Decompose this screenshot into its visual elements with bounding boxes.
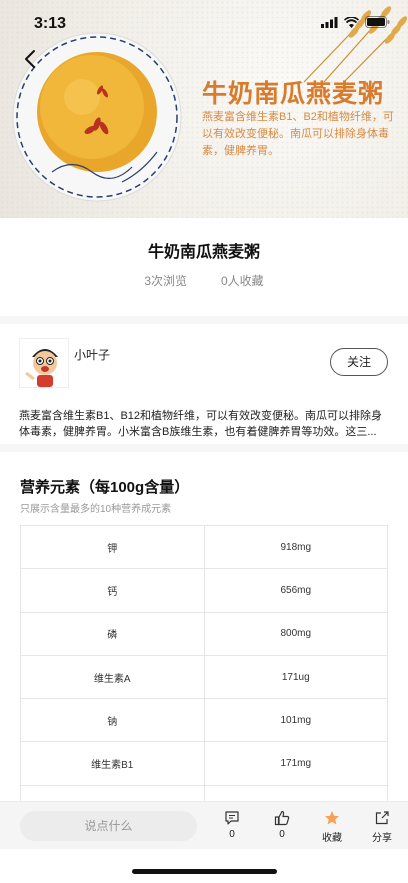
comment-icon	[225, 811, 239, 825]
thumbs-up-icon	[274, 810, 290, 826]
hero-title: 牛奶南瓜燕麦粥	[202, 80, 385, 108]
table-row: 钙 656mg	[20, 568, 388, 613]
nutrient-value: 171mg	[203, 741, 388, 786]
back-arrow-icon[interactable]	[18, 46, 44, 72]
comment-count: 0	[229, 829, 235, 840]
section-divider	[0, 316, 408, 324]
table-row: 磷 800mg	[20, 611, 388, 656]
table-row	[20, 784, 388, 802]
nutrient-name: 钙	[20, 568, 205, 613]
view-count: 3次浏览	[144, 274, 187, 288]
author-name[interactable]: 小叶子	[74, 346, 110, 363]
like-count: 0	[279, 829, 285, 840]
status-time: 3:13	[34, 15, 67, 32]
avatar-cartoon-icon	[20, 339, 68, 387]
recipe-header: 牛奶南瓜燕麦粥 3次浏览 0人收藏	[0, 218, 408, 316]
status-icons	[321, 16, 390, 28]
comment-button[interactable]: 0	[215, 810, 249, 840]
nutrient-value: 918mg	[203, 524, 388, 570]
nutrient-value: 800mg	[203, 611, 388, 656]
author-avatar[interactable]	[19, 338, 69, 388]
wifi-icon	[344, 16, 359, 28]
recipe-description: 燕麦富含维生素B1、B12和植物纤维，可以有效改变便秘。南瓜可以排除身体毒素，健…	[19, 410, 383, 438]
star-icon	[325, 811, 339, 825]
nutrition-table: 钾 918mg 钙 656mg 磷 800mg 维生素A 171ug 钠 101…	[20, 524, 388, 802]
like-button[interactable]: 0	[265, 810, 299, 840]
share-icon	[375, 811, 389, 825]
share-label: 分享	[372, 833, 392, 844]
favorite-button[interactable]: 收藏	[315, 810, 349, 844]
nutrition-section: 营养元素（每100g含量） 只展示含量最多的10种营养成元素 钾 918mg 钙…	[0, 452, 408, 802]
battery-icon	[365, 16, 390, 28]
section-divider	[0, 444, 408, 452]
nutrient-value: 171ug	[203, 654, 388, 700]
nutrient-name: 钠	[20, 698, 205, 743]
home-indicator	[132, 869, 277, 874]
nutrient-name: 维生素B1	[20, 741, 205, 786]
favorite-count: 0人收藏	[221, 274, 264, 288]
signal-icon	[321, 16, 338, 28]
nutrient-value: 656mg	[203, 568, 388, 613]
status-bar: 3:13	[0, 0, 408, 44]
nutrient-value: 101mg	[203, 698, 388, 743]
hero-description: 燕麦富含维生素B1、B2和植物纤维，可以有效改变便秘。南瓜可以排除身体毒素，健脾…	[202, 111, 394, 157]
share-button[interactable]: 分享	[365, 810, 399, 844]
favorite-label: 收藏	[322, 833, 342, 844]
recipe-stats: 3次浏览 0人收藏	[0, 272, 408, 289]
nutrient-name: 钾	[20, 524, 205, 570]
nutrition-title: 营养元素（每100g含量）	[20, 479, 190, 496]
recipe-title: 牛奶南瓜燕麦粥	[147, 244, 260, 261]
bottom-action-bar: 0 0 收藏 分享	[0, 801, 408, 849]
table-row: 钾 918mg	[20, 524, 388, 570]
follow-button[interactable]: 关注	[330, 348, 388, 376]
nutrient-value-empty	[203, 784, 388, 802]
nutrition-subtitle: 只展示含量最多的10种营养成元素	[20, 504, 172, 515]
hero-banner: 3:13 牛奶南瓜燕麦粥 燕麦富含维生素B1、B2和植物纤维，可以有效改变便秘。…	[0, 0, 408, 218]
table-row: 维生素B1 171mg	[20, 741, 388, 786]
table-row: 维生素A 171ug	[20, 654, 388, 700]
author-section: 小叶子 关注 燕麦富含维生素B1、B12和植物纤维，可以有效改变便秘。南瓜可以排…	[0, 326, 408, 444]
nutrient-name: 磷	[20, 611, 205, 656]
comment-input[interactable]	[20, 811, 197, 841]
nutrient-name: 维生素A	[20, 654, 205, 700]
table-row: 钠 101mg	[20, 698, 388, 743]
nutrient-name-empty	[20, 784, 205, 802]
